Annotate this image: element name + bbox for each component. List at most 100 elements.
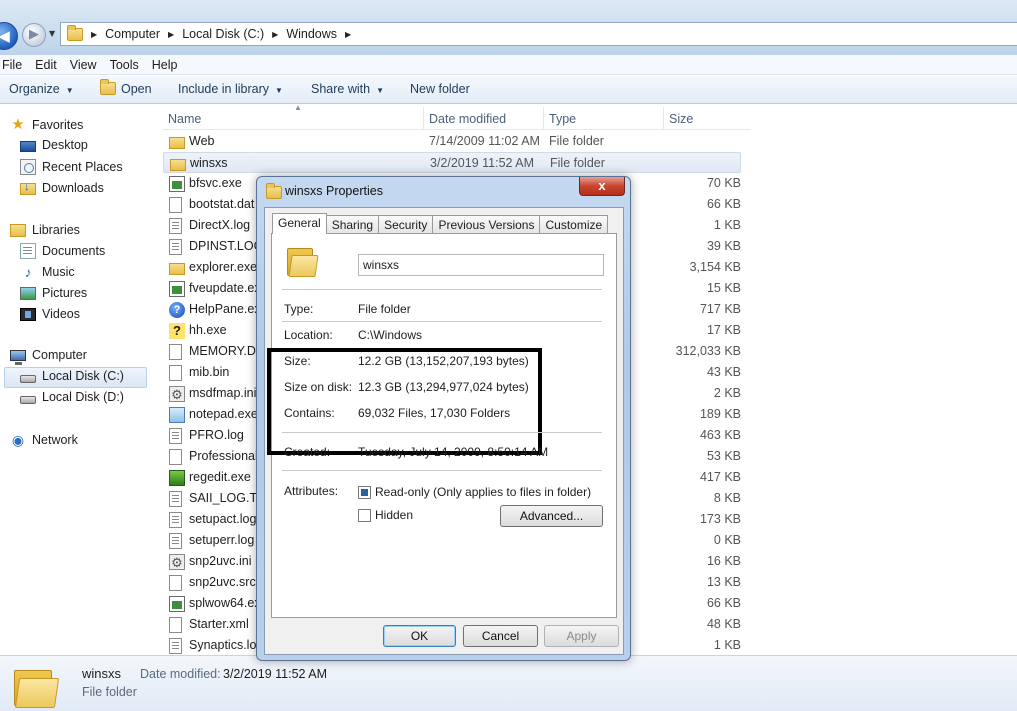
desktop-icon: [20, 140, 36, 152]
nav-recent-places[interactable]: Recent Places: [20, 159, 123, 175]
file-size: 1 KB: [713, 638, 741, 652]
read-only-label[interactable]: Read-only (Only applies to files in fold…: [375, 485, 591, 499]
menu-edit[interactable]: Edit: [35, 58, 57, 72]
include-in-library-button[interactable]: Include in library ▼: [178, 82, 283, 96]
file-size: 17 KB: [706, 323, 741, 337]
file-name: snp2uvc.src: [189, 575, 256, 589]
file-size: 8 KB: [713, 491, 741, 505]
file-icon: [169, 281, 185, 297]
nav-documents[interactable]: Documents: [20, 243, 105, 259]
column-name[interactable]: Name: [168, 112, 201, 126]
dropdown-arrow-icon: ▼: [65, 86, 74, 95]
nav-local-disk-d[interactable]: Local Disk (D:): [20, 390, 124, 404]
nav-videos[interactable]: Videos: [20, 306, 80, 321]
tab-customize[interactable]: Customize: [539, 215, 609, 234]
file-icon: [169, 407, 185, 423]
hidden-checkbox[interactable]: [358, 509, 371, 522]
file-icon: [169, 176, 185, 192]
contains-value: 69,032 Files, 17,030 Folders: [358, 406, 511, 420]
videos-icon: [20, 308, 36, 321]
chevron-right-icon[interactable]: ▶: [272, 30, 278, 39]
file-name: DPINST.LOG: [189, 239, 264, 253]
breadcrumb-local-disk-c[interactable]: Local Disk (C:): [182, 27, 264, 41]
file-size: 43 KB: [706, 365, 741, 379]
divider: [282, 289, 602, 290]
chevron-right-icon[interactable]: ▶: [91, 30, 97, 39]
file-icon: [169, 263, 185, 275]
nav-computer[interactable]: Computer: [10, 348, 87, 365]
menu-view[interactable]: View: [70, 58, 97, 72]
hidden-label[interactable]: Hidden: [375, 508, 413, 522]
chevron-right-icon[interactable]: ▶: [168, 30, 174, 39]
nav-label: Local Disk (C:): [42, 369, 124, 383]
large-folder-icon: [14, 666, 60, 708]
share-label: Share with: [311, 82, 371, 96]
file-row[interactable]: winsxs 3/2/2019 11:52 AM File folder: [163, 152, 741, 173]
tab-previous-versions[interactable]: Previous Versions: [432, 215, 541, 234]
nav-label: Documents: [42, 244, 106, 258]
details-date-value: 3/2/2019 11:52 AM: [223, 667, 328, 681]
column-type[interactable]: Type: [549, 112, 576, 126]
nav-local-disk-c[interactable]: Local Disk (C:): [20, 369, 124, 383]
file-icon: [169, 344, 182, 360]
file-size: 53 KB: [706, 449, 741, 463]
column-size[interactable]: Size: [669, 112, 693, 126]
advanced-button[interactable]: Advanced...: [500, 505, 603, 527]
close-button[interactable]: x: [579, 177, 625, 196]
menu-file[interactable]: File: [2, 58, 22, 72]
navigation-pane: ★ Favorites Desktop Recent Places Downloa…: [0, 105, 155, 655]
nav-label: Pictures: [42, 285, 88, 300]
file-icon: [169, 428, 182, 444]
tab-security[interactable]: Security: [378, 215, 434, 234]
file-size: 66 KB: [706, 197, 741, 211]
nav-label: Downloads: [42, 180, 104, 195]
file-icon: [169, 533, 182, 549]
menu-help[interactable]: Help: [152, 58, 178, 72]
location-label: Location:: [284, 328, 333, 342]
breadcrumb-windows[interactable]: Windows: [286, 27, 337, 41]
breadcrumb-computer[interactable]: Computer: [105, 27, 160, 41]
file-size: 16 KB: [706, 554, 741, 568]
file-name: DirectX.log: [189, 218, 251, 232]
type-value: File folder: [358, 302, 411, 316]
menu-tools[interactable]: Tools: [110, 58, 139, 72]
nav-libraries[interactable]: Libraries: [10, 222, 80, 237]
documents-icon: [20, 243, 36, 259]
folder-name-input[interactable]: winsxs: [358, 254, 604, 276]
ok-button[interactable]: OK: [383, 625, 456, 647]
address-bar[interactable]: ▶ Computer ▶ Local Disk (C:) ▶ Windows ▶: [60, 22, 1017, 46]
organize-button[interactable]: Organize ▼: [9, 82, 74, 96]
nav-music[interactable]: ♪ Music: [20, 264, 75, 280]
new-folder-button[interactable]: New folder: [410, 82, 470, 96]
file-size: 1 KB: [713, 218, 741, 232]
nav-favorites[interactable]: ★ Favorites: [10, 117, 83, 133]
recent-pages-dropdown[interactable]: ▼: [49, 29, 55, 38]
back-button[interactable]: ◀: [0, 22, 18, 50]
organize-label: Organize: [9, 82, 60, 96]
share-with-button[interactable]: Share with ▼: [311, 82, 384, 96]
tab-sharing[interactable]: Sharing: [325, 215, 380, 234]
file-name: hh.exe: [189, 323, 227, 337]
nav-pictures[interactable]: Pictures: [20, 285, 87, 300]
apply-button[interactable]: Apply: [544, 625, 619, 647]
nav-label: Music: [42, 265, 75, 279]
nav-downloads[interactable]: Downloads: [20, 180, 104, 195]
details-name: winsxs: [82, 666, 122, 681]
column-divider[interactable]: [543, 107, 544, 129]
read-only-checkbox[interactable]: [358, 486, 371, 499]
nav-desktop[interactable]: Desktop: [20, 138, 88, 152]
recent-places-icon: [20, 159, 36, 175]
file-icon: [169, 638, 182, 654]
file-row[interactable]: Web 7/14/2009 11:02 AM File folder: [163, 131, 741, 152]
column-divider[interactable]: [423, 107, 424, 129]
details-type: File folder: [82, 685, 137, 699]
file-icon: [169, 365, 182, 381]
open-button[interactable]: Open: [100, 79, 152, 96]
column-date-modified[interactable]: Date modified: [429, 112, 506, 126]
forward-button[interactable]: ▶: [22, 23, 46, 47]
tab-general[interactable]: General: [272, 213, 327, 234]
cancel-button[interactable]: Cancel: [463, 625, 538, 647]
column-divider[interactable]: [663, 107, 664, 129]
nav-network[interactable]: ◉ Network: [10, 432, 78, 448]
chevron-right-icon[interactable]: ▶: [345, 30, 351, 39]
